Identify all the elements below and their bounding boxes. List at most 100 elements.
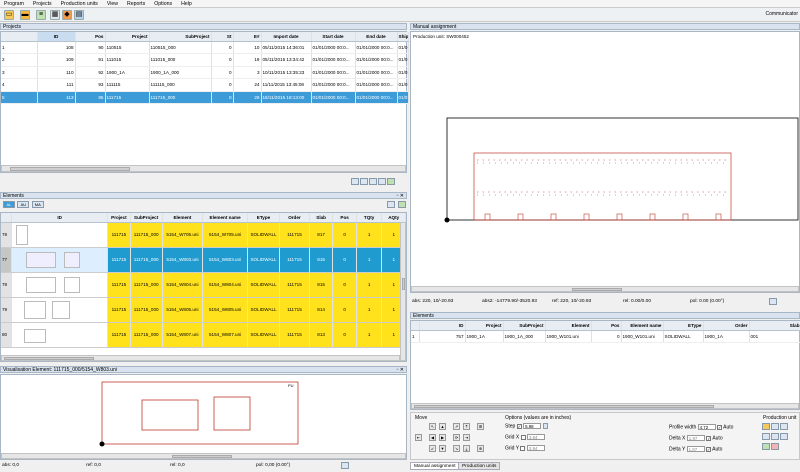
elements-hscroll[interactable]: [1, 355, 400, 361]
export-icon[interactable]: [387, 178, 395, 185]
menu-program[interactable]: Program: [4, 1, 24, 7]
col-enum[interactable]: E#: [233, 32, 262, 42]
col-id[interactable]: ID: [419, 321, 466, 331]
move-up-right-icon[interactable]: ↗: [453, 423, 460, 430]
settings-icon[interactable]: [341, 462, 349, 469]
gridx-input[interactable]: 3.94: [526, 434, 545, 440]
tab-production-units[interactable]: Production units: [458, 462, 501, 470]
move-far-left-icon[interactable]: ⇤: [415, 434, 422, 441]
gridy-checkbox[interactable]: [520, 445, 526, 451]
menu-options[interactable]: Options: [154, 1, 172, 7]
element-icon[interactable]: ◆: [62, 10, 72, 20]
col-element-name[interactable]: Element name: [202, 213, 248, 223]
col-order[interactable]: Order: [279, 213, 310, 223]
table-row-selected[interactable]: 77 111715 111715_000 5154_W803.uni 5154_W80…: [1, 247, 406, 273]
col-etype[interactable]: EType: [247, 213, 281, 223]
move-down-right-icon[interactable]: ↘: [453, 445, 460, 452]
col-order[interactable]: Order: [703, 321, 750, 331]
pu-edit-icon[interactable]: [771, 423, 779, 430]
profile-width-input[interactable]: 4.72: [697, 424, 716, 430]
elements-vscroll[interactable]: [400, 222, 406, 361]
step-input[interactable]: 5.98: [523, 423, 542, 429]
filter-icon[interactable]: [387, 201, 395, 208]
scroll-thumb[interactable]: [4, 357, 94, 360]
col-end-date[interactable]: End date: [355, 32, 398, 42]
table-row-selected[interactable]: 5 113 95 111715 111715_000 0 29 18/11/2015 18:1…: [1, 91, 409, 104]
move-up-icon[interactable]: [351, 178, 359, 185]
production-icon[interactable]: ▤: [74, 10, 84, 20]
col-project[interactable]: Project: [105, 32, 150, 42]
scroll-thumb[interactable]: [414, 405, 714, 408]
pu-lock-icon[interactable]: [762, 433, 770, 440]
col-slab[interactable]: Slab: [749, 321, 800, 331]
move-up-left-icon[interactable]: ↖: [429, 423, 436, 430]
table-row[interactable]: 1 757 1900_1A 1900_1A_000 1900_W101.uni …: [411, 330, 800, 343]
scroll-thumb[interactable]: [402, 278, 405, 290]
tab-ma[interactable]: MA: [31, 201, 44, 208]
pu-confirm-icon[interactable]: [762, 443, 770, 450]
elements2-hscroll[interactable]: [411, 403, 799, 409]
col-element-name[interactable]: Element name: [621, 321, 664, 331]
close-icon[interactable]: ▫ ✕: [397, 367, 404, 373]
table-row[interactable]: 1 108 90 110515 110515_000 0 10 05/11/2015 14:3…: [1, 41, 409, 54]
move-down-left-icon[interactable]: ↙: [429, 445, 436, 452]
move-top-icon[interactable]: ⤒: [463, 423, 470, 430]
new-icon[interactable]: ▭: [4, 10, 14, 20]
col-st[interactable]: St: [211, 32, 234, 42]
pu-print-icon[interactable]: [780, 433, 788, 440]
pu-cancel-icon[interactable]: [771, 443, 779, 450]
table-row[interactable]: 3 110 92 1900_1A 1900_1A_000 0 3 10/11/2015 13:…: [1, 66, 409, 79]
projects-hscroll[interactable]: [1, 165, 406, 172]
pu-copy-icon[interactable]: [771, 433, 779, 440]
col-ship[interactable]: Ship: [397, 32, 409, 42]
menu-production-units[interactable]: Production units: [61, 1, 98, 7]
col-pos[interactable]: Pos: [591, 321, 622, 331]
open-folder-icon[interactable]: ▬: [20, 10, 30, 20]
center-icon[interactable]: ⊕: [477, 445, 484, 452]
table-row[interactable]: 78 111715 111715_000 5154_W705.uni 5154_W70…: [1, 222, 406, 248]
col-start-date[interactable]: Start date: [311, 32, 356, 42]
menu-projects[interactable]: Projects: [33, 1, 52, 7]
step-spinner[interactable]: [543, 423, 549, 429]
manual-hscroll[interactable]: [411, 286, 799, 292]
visualisation-hscroll[interactable]: [1, 453, 406, 459]
rotate-icon[interactable]: ⟳: [453, 434, 460, 441]
pu-delete-icon[interactable]: [780, 423, 788, 430]
step-checkbox[interactable]: ✓: [516, 423, 522, 429]
move-far-right-icon[interactable]: ⇥: [463, 434, 470, 441]
profile-auto-checkbox[interactable]: ✓: [717, 424, 723, 430]
table-row[interactable]: 2 109 91 111015 111015_000 0 19 05/11/2015 13:3…: [1, 53, 409, 67]
tab-manual-assignment[interactable]: Manual assignment: [410, 462, 460, 470]
refresh-icon[interactable]: [369, 178, 377, 185]
menu-reports[interactable]: Reports: [127, 1, 145, 7]
table-row[interactable]: 78 111715 111715_000 5154_W804.uni 5154_W80…: [1, 272, 406, 298]
col-pos[interactable]: Pos: [332, 213, 357, 223]
col-subproject[interactable]: SubProject: [130, 213, 163, 223]
tab-al[interactable]: AL: [3, 201, 15, 208]
align-icon[interactable]: ⊞: [477, 423, 484, 430]
move-down-icon[interactable]: [360, 178, 368, 185]
col-element[interactable]: Element: [545, 321, 592, 331]
col-import-date[interactable]: Import date: [261, 32, 312, 42]
save-icon[interactable]: [378, 178, 386, 185]
gridx-checkbox[interactable]: [520, 434, 526, 440]
scroll-thumb[interactable]: [572, 288, 622, 291]
gridy-input[interactable]: 3.94: [526, 445, 545, 451]
move-right-icon[interactable]: ▶: [439, 434, 446, 441]
col-subproject[interactable]: SubProject: [503, 321, 546, 331]
table-row[interactable]: 80 111715 111715_000 5154_W807.uni 5154_W80…: [1, 322, 406, 348]
col-etype[interactable]: EType: [663, 321, 704, 331]
tab-au[interactable]: AU: [17, 201, 30, 208]
deltax-auto-checkbox[interactable]: ✓: [706, 435, 712, 441]
move-down-icon[interactable]: ▼: [439, 445, 446, 452]
pu-add-icon[interactable]: [762, 423, 770, 430]
close-icon[interactable]: ▫ ✕: [397, 193, 404, 199]
menu-view[interactable]: View: [107, 1, 118, 7]
table-row[interactable]: 79 111715 111715_000 5154_W805.uni 5154_W80…: [1, 297, 406, 323]
col-pos[interactable]: Pos: [75, 32, 106, 42]
move-bottom-icon[interactable]: ⤓: [463, 445, 470, 452]
col-subproject[interactable]: SubProject: [149, 32, 212, 42]
list-view-icon[interactable]: ≡: [36, 10, 46, 20]
col-id[interactable]: ID: [11, 213, 109, 223]
table-row[interactable]: 4 111 93 111115 111115_000 0 24 11/11/2015 13:4…: [1, 78, 409, 92]
